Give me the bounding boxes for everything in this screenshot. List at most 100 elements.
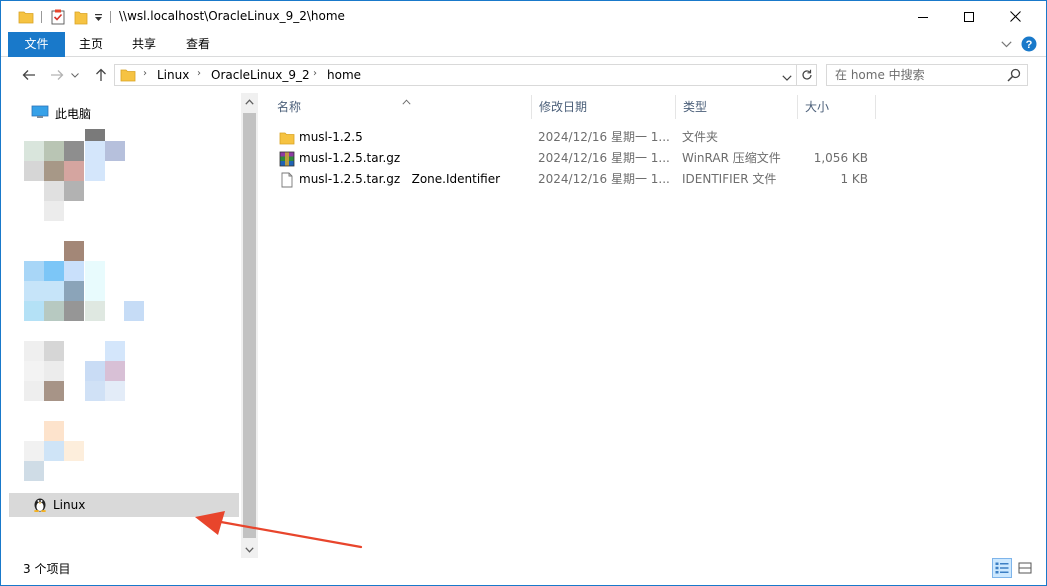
breadcrumb-oraclelinux[interactable]: OracleLinux_9_2 (211, 68, 310, 82)
properties-icon[interactable] (49, 8, 67, 26)
column-label: 名称 (277, 100, 302, 114)
redacted-block (44, 261, 64, 281)
redacted-block (124, 301, 144, 321)
navigation-pane: 此电脑 Linux (9, 93, 258, 558)
chevron-down-icon[interactable] (998, 36, 1014, 52)
redacted-block (105, 381, 125, 401)
file-size: 1 KB (840, 172, 868, 186)
file-type: 文件夹 (682, 130, 719, 144)
redacted-block (85, 381, 105, 401)
redacted-block (105, 341, 125, 361)
scroll-up-icon[interactable] (241, 93, 258, 110)
breadcrumb-home[interactable]: home (327, 68, 361, 82)
blank-file-icon (279, 172, 295, 188)
tree-item-this-pc[interactable]: 此电脑 (31, 101, 91, 125)
redacted-block (44, 181, 64, 201)
scroll-down-icon[interactable] (241, 541, 258, 558)
redacted-block (44, 281, 64, 301)
tab-share[interactable]: 共享 (117, 32, 171, 57)
folder-icon (17, 8, 35, 26)
maximize-button[interactable] (946, 1, 992, 32)
svg-text:?: ? (1026, 39, 1033, 51)
redacted-block (64, 301, 84, 321)
file-list: 名称 修改日期 类型 大小 musl-1.2.5 2024/12/16 星期一 … (265, 93, 1035, 558)
navigation-scrollbar[interactable] (241, 93, 258, 558)
redacted-block (24, 441, 44, 461)
column-header-name[interactable]: 名称 (269, 93, 531, 121)
breadcrumb-chevron-icon[interactable]: › (197, 68, 201, 79)
redacted-block (105, 361, 125, 381)
item-count: 3 个项目 (23, 562, 71, 576)
file-name: musl-1.2.5.tar.gz Zone.Identifier (299, 172, 501, 186)
table-row[interactable]: musl-1.2.5.tar.gz 2024/12/16 星期一 1... Wi… (265, 148, 875, 169)
redacted-block (85, 261, 105, 281)
file-size: 1,056 KB (813, 151, 868, 165)
folder-icon (279, 130, 295, 146)
large-icons-view-button[interactable] (1015, 558, 1035, 578)
tab-home[interactable]: 主页 (65, 32, 117, 57)
redacted-block (24, 381, 44, 401)
help-icon[interactable]: ? (1020, 36, 1038, 52)
address-row: › Linux › OracleLinux_9_2 › home (1, 57, 1046, 93)
redacted-block (24, 361, 44, 381)
column-header-date[interactable]: 修改日期 (531, 93, 675, 121)
redacted-block (64, 281, 84, 301)
file-name: musl-1.2.5.tar.gz (299, 151, 401, 165)
forward-button[interactable] (46, 65, 68, 85)
redacted-block (44, 361, 64, 381)
winrar-archive-icon (279, 151, 295, 167)
redacted-block (24, 281, 44, 301)
redacted-block (44, 381, 64, 401)
redacted-block (64, 261, 84, 281)
explorer-window: \\wsl.localhost\OracleLinux_9_2\home 文件 … (0, 0, 1047, 586)
file-date: 2024/12/16 星期一 1... (538, 130, 670, 144)
redacted-block (24, 141, 44, 161)
breadcrumb-chevron-icon[interactable]: › (143, 68, 147, 79)
breadcrumb-linux[interactable]: Linux (157, 68, 189, 82)
redacted-block (44, 341, 64, 361)
tab-view[interactable]: 查看 (171, 32, 225, 57)
tree-label: Linux (53, 498, 86, 512)
title-separator (110, 11, 111, 23)
address-dropdown-icon[interactable] (782, 71, 792, 85)
file-name: musl-1.2.5 (299, 130, 363, 144)
details-view-button[interactable] (992, 558, 1012, 578)
table-row[interactable]: musl-1.2.5 2024/12/16 星期一 1... 文件夹 (265, 127, 875, 148)
linux-tux-icon (33, 496, 47, 515)
breadcrumb-chevron-icon[interactable]: › (313, 68, 317, 79)
new-folder-icon[interactable] (72, 8, 90, 26)
redacted-block (44, 141, 64, 161)
tree-item-linux[interactable]: Linux (33, 493, 85, 517)
redacted-block (64, 141, 84, 161)
recent-locations-icon[interactable] (68, 65, 82, 85)
redacted-block (64, 161, 84, 181)
redacted-block (85, 361, 105, 381)
column-header-type[interactable]: 类型 (675, 93, 797, 121)
redacted-block (85, 141, 105, 161)
scrollbar-thumb[interactable] (243, 113, 256, 538)
back-button[interactable] (18, 65, 40, 85)
up-button[interactable] (90, 65, 112, 85)
minimize-button[interactable] (900, 1, 946, 32)
redacted-block (24, 461, 44, 481)
address-bar[interactable]: › Linux › OracleLinux_9_2 › home (114, 64, 797, 86)
search-input[interactable] (835, 67, 1005, 83)
table-row[interactable]: musl-1.2.5.tar.gz Zone.Identifier 2024/1… (265, 169, 875, 190)
redacted-block (24, 301, 44, 321)
redacted-block (64, 441, 84, 461)
search-icon[interactable] (1007, 68, 1021, 82)
customize-toolbar-icon[interactable] (91, 8, 105, 26)
close-button[interactable] (992, 1, 1038, 32)
folder-icon (120, 68, 136, 85)
column-header-size[interactable]: 大小 (797, 93, 875, 121)
search-box[interactable] (826, 64, 1028, 86)
file-date: 2024/12/16 星期一 1... (538, 172, 670, 186)
column-separator[interactable] (875, 95, 876, 119)
tab-file[interactable]: 文件 (8, 32, 65, 57)
computer-icon (31, 105, 49, 122)
file-size (797, 127, 868, 148)
refresh-button[interactable] (797, 64, 817, 86)
redacted-block (24, 161, 44, 181)
file-date: 2024/12/16 星期一 1... (538, 151, 670, 165)
redacted-block (24, 341, 44, 361)
